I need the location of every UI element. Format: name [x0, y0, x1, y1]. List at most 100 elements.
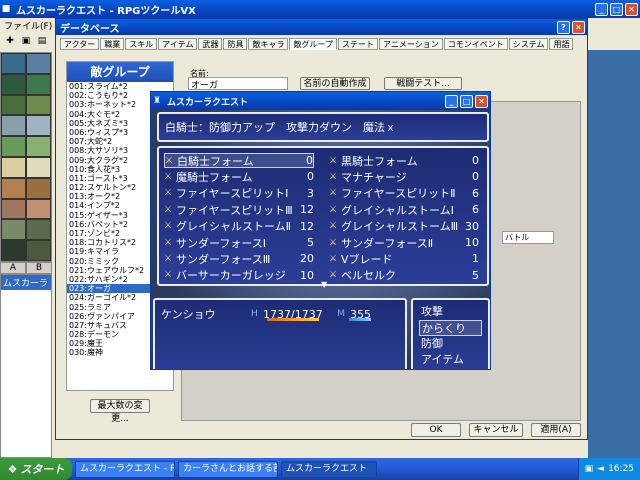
- skill-cost: 3: [307, 186, 314, 200]
- actor-name: ケンショウ: [161, 308, 216, 321]
- command-item[interactable]: アイテム: [419, 352, 482, 368]
- skill-item[interactable]: ⚔ グレイシャルストームⅡ 12: [164, 219, 314, 234]
- skill-item[interactable]: ⚔ 魔騎士フォーム 0: [164, 169, 314, 184]
- database-tab[interactable]: スキル: [125, 38, 158, 50]
- skill-item[interactable]: ⚔ ベルセルク 5: [329, 268, 479, 283]
- skill-item[interactable]: ⚔ バーサーカーガレッジ 10: [164, 268, 314, 283]
- skill-item[interactable]: ⚔ 黒騎士フォーム 0: [329, 153, 479, 168]
- auto-name-button[interactable]: 名前の自動作成: [300, 77, 370, 90]
- command-item[interactable]: からくり: [419, 320, 482, 336]
- scroll-down-icon[interactable]: ▼: [321, 280, 327, 289]
- skill-name: Vブレード: [341, 252, 393, 266]
- taskbar-button[interactable]: ムスカーラクエスト: [281, 460, 377, 478]
- command-item[interactable]: 攻撃: [419, 304, 482, 320]
- database-tab[interactable]: 敵キャラ: [248, 38, 289, 50]
- skill-item[interactable]: ⚔ マナチャージ 0: [329, 169, 479, 184]
- clock: 16:25: [608, 464, 634, 474]
- command-item[interactable]: 防御: [419, 336, 482, 352]
- cancel-button[interactable]: キャンセル: [469, 423, 523, 437]
- open-folder-icon[interactable]: ▣: [20, 35, 32, 47]
- save-icon[interactable]: ▤: [36, 35, 48, 47]
- skill-item[interactable]: ⚔ ファイヤースピリットⅠ 3: [164, 186, 314, 201]
- system-tray: ▣ ◄ 16:25: [577, 458, 640, 480]
- tileset-tab-a[interactable]: A: [0, 262, 26, 274]
- tileset-tabs: A B: [0, 262, 52, 274]
- skill-icon: ⚔: [164, 171, 173, 182]
- hp-label: H: [251, 309, 258, 319]
- database-close-icon[interactable]: ✕: [572, 20, 585, 34]
- skill-item[interactable]: ⚔ 白騎士フォーム 0: [164, 153, 314, 168]
- skill-cost: 12: [300, 219, 314, 233]
- database-tab[interactable]: システム: [508, 38, 549, 50]
- help-icon[interactable]: ?: [557, 20, 570, 34]
- game-window: ♜ ムスカーラクエスト _ □ ✕ 白騎士：防御力アップ 攻撃力ダウン 魔法ｘ …: [150, 91, 491, 370]
- skill-item[interactable]: ⚔ グレイシャルストームⅢ 30: [329, 219, 479, 234]
- map-tree-item[interactable]: ムスカーラ: [1, 275, 51, 290]
- database-tab[interactable]: コモンイベント: [443, 38, 508, 50]
- skill-cost: 12: [300, 203, 314, 217]
- skill-item[interactable]: ⚔ Vブレード 1: [329, 251, 479, 266]
- skill-cost: 1: [472, 252, 479, 266]
- skill-item[interactable]: ⚔ サンダーフォースⅠ 5: [164, 235, 314, 250]
- skill-icon: ⚔: [329, 221, 338, 232]
- skill-icon: ⚔: [165, 155, 174, 166]
- database-tab[interactable]: アイテム: [158, 38, 198, 50]
- database-tab[interactable]: 防具: [223, 38, 248, 50]
- skill-icon: ⚔: [164, 270, 173, 281]
- skill-cost: 6: [472, 186, 479, 200]
- game-minimize-icon[interactable]: _: [445, 94, 458, 108]
- start-label: スタート: [20, 463, 65, 476]
- skill-cost: 10: [300, 268, 314, 282]
- tileset-palette[interactable]: [0, 52, 52, 262]
- skill-item[interactable]: ⚔ ファイヤースピリットⅢ 12: [164, 202, 314, 217]
- database-tab[interactable]: 敵グループ: [289, 38, 338, 50]
- hp-gauge: [267, 317, 319, 321]
- skill-item[interactable]: ⚔ ファイヤースピリットⅡ 6: [329, 186, 479, 201]
- skill-icon: ⚔: [329, 188, 338, 199]
- skill-name: バーサーカーガレッジ: [176, 269, 286, 283]
- database-tab[interactable]: アニメーション: [379, 38, 443, 50]
- troop-list-item[interactable]: 001:スライム*2: [67, 82, 173, 91]
- battle-test-button[interactable]: 戦闘テスト...: [384, 77, 462, 90]
- skill-cost: 0: [472, 154, 479, 167]
- taskbar-button[interactable]: ムスカーラクエスト - RP...: [75, 460, 175, 478]
- close-icon[interactable]: ✕: [625, 2, 638, 16]
- mp-gauge: [349, 317, 371, 321]
- app-title-bar: ■ ムスカーラクエスト - RPGツクールVX _ □ ✕: [0, 0, 640, 18]
- database-tab[interactable]: 職業: [100, 38, 125, 50]
- actor-row: ケンショウ H 1737/1737 M 355: [161, 306, 399, 322]
- tileset-tab-b[interactable]: B: [26, 262, 52, 274]
- ok-button[interactable]: OK: [411, 423, 461, 437]
- skill-item[interactable]: ⚔ サンダーフォースⅢ 20: [164, 251, 314, 266]
- start-button[interactable]: ❖ スタート: [0, 458, 72, 480]
- volume-icon[interactable]: ◄: [597, 464, 604, 474]
- skill-cost: 6: [472, 203, 479, 217]
- skill-icon: ⚔: [329, 237, 338, 248]
- menu-file[interactable]: ファイル(F): [4, 19, 52, 32]
- new-project-icon[interactable]: ✚: [4, 35, 16, 47]
- skill-item[interactable]: ⚔ グレイシャルストームⅠ 6: [329, 202, 479, 217]
- database-tab[interactable]: 用語: [549, 38, 574, 50]
- name-input[interactable]: オーガ: [188, 77, 288, 91]
- database-tab[interactable]: ステート: [338, 38, 379, 50]
- skill-cost: 0: [307, 170, 314, 184]
- skill-icon: ⚔: [164, 237, 173, 248]
- maximize-icon[interactable]: □: [610, 2, 623, 16]
- taskbar-button[interactable]: カーラさんとお話する部...: [178, 460, 278, 478]
- network-icon[interactable]: ▣: [585, 464, 594, 474]
- game-close-icon[interactable]: ✕: [475, 94, 488, 108]
- database-tab[interactable]: アクター: [60, 38, 100, 50]
- max-count-button[interactable]: 最大数の変更...: [90, 399, 150, 424]
- help-text: 白騎士：防御力アップ 攻撃力ダウン 魔法ｘ: [165, 121, 396, 134]
- status-window: ケンショウ H 1737/1737 M 355: [153, 298, 407, 369]
- minimize-icon[interactable]: _: [595, 2, 608, 16]
- skill-icon: ⚔: [164, 204, 173, 215]
- apply-button[interactable]: 適用(A): [531, 423, 581, 437]
- skill-item[interactable]: ⚔ サンダーフォースⅡ 10: [329, 235, 479, 250]
- app-icon: ■: [1, 4, 11, 14]
- battle-background-select[interactable]: バトル: [502, 231, 554, 244]
- skill-cost: 5: [472, 268, 479, 282]
- app-title: ムスカーラクエスト - RPGツクールVX: [16, 5, 196, 17]
- database-tab[interactable]: 武器: [198, 38, 223, 50]
- game-maximize-icon[interactable]: □: [460, 94, 473, 108]
